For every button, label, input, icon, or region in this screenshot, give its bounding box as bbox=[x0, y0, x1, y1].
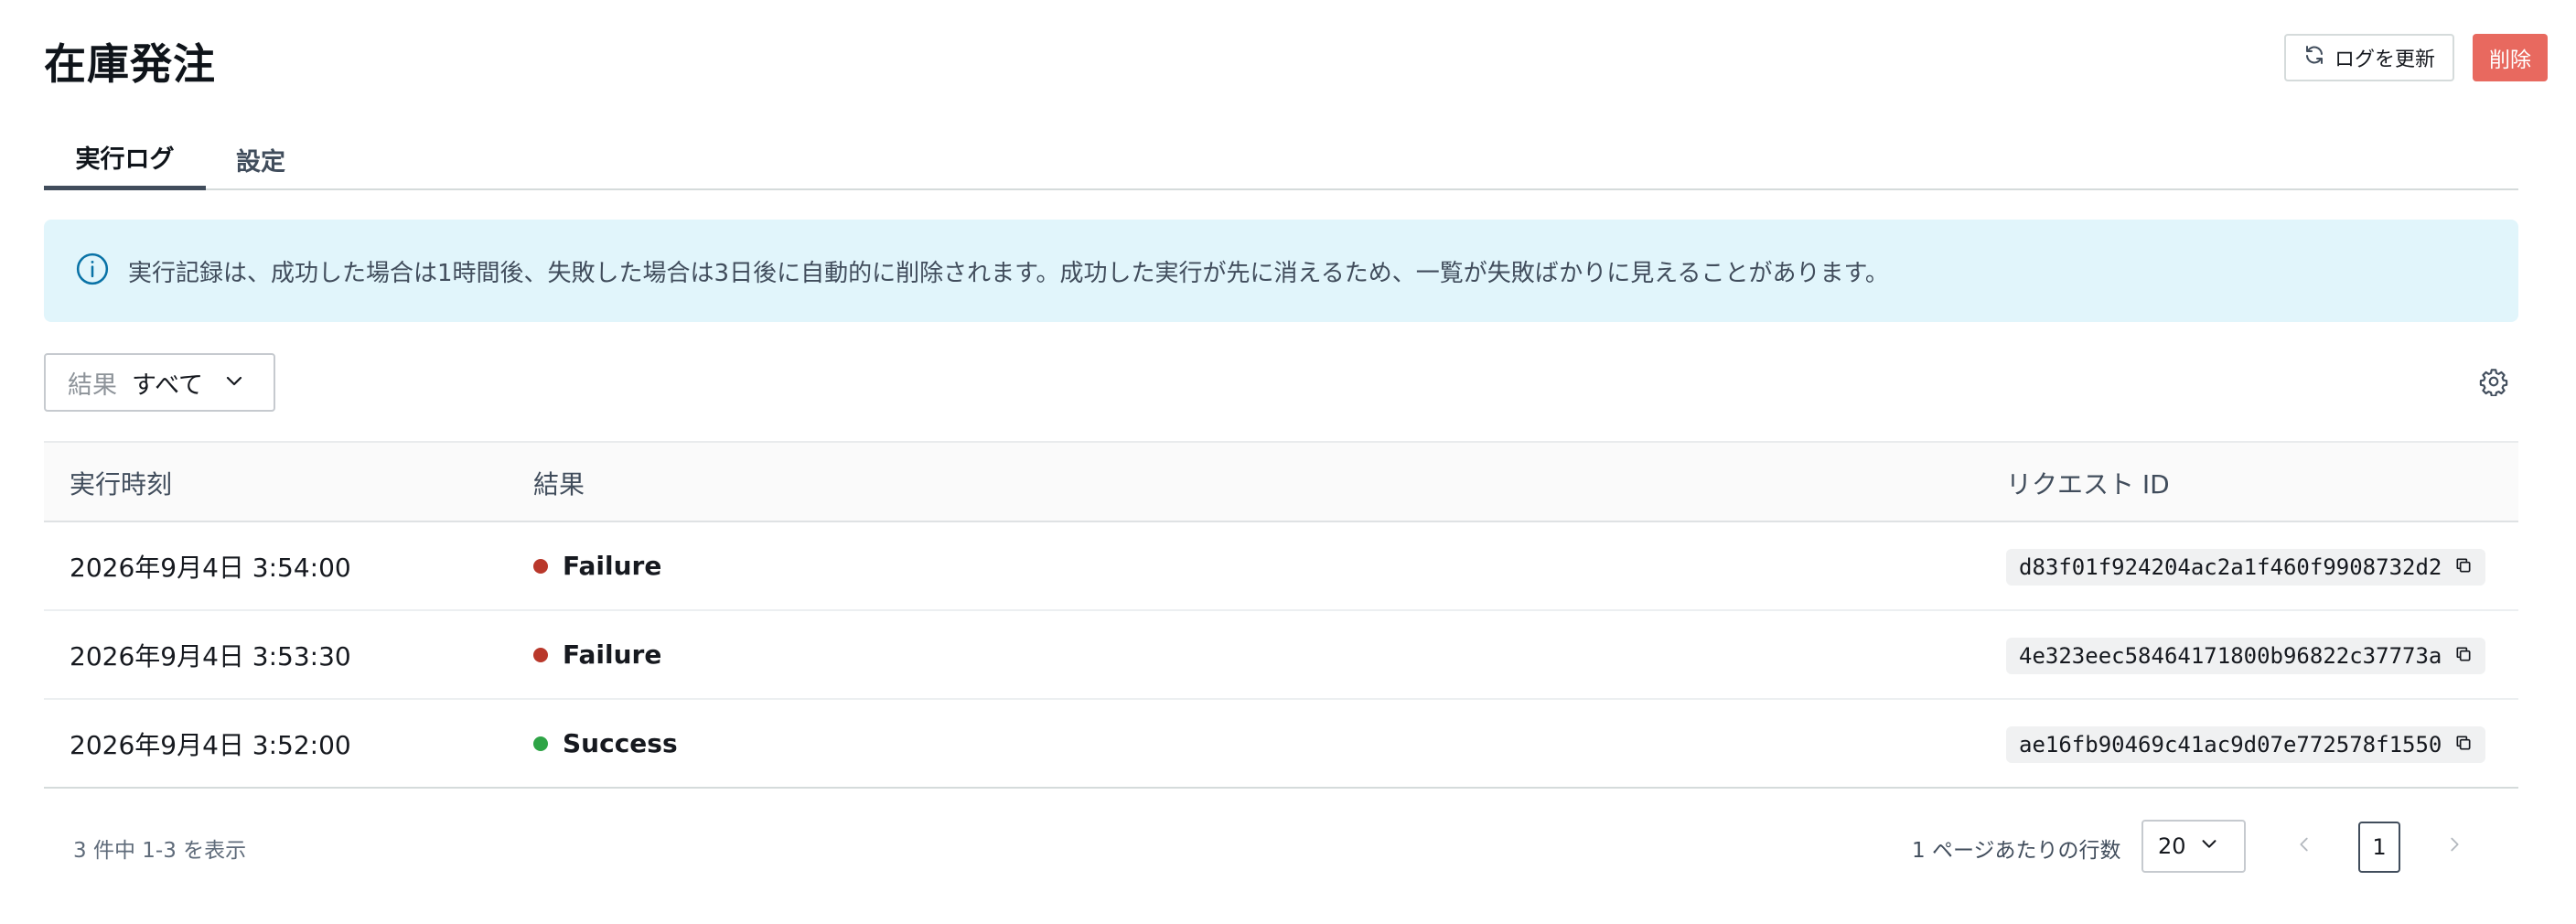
request-id: ae16fb90469c41ac9d07e772578f1550 bbox=[2006, 726, 2486, 763]
table-row: 2026年9月4日 3:54:00 Failure d83f01f924204a… bbox=[44, 522, 2518, 611]
result-filter-label: 結果 bbox=[68, 371, 117, 400]
chevron-right-icon bbox=[2444, 834, 2464, 858]
page-button-current[interactable]: 1 bbox=[2358, 822, 2400, 873]
table-row: 2026年9月4日 3:52:00 Success ae16fb90469c41… bbox=[44, 700, 2518, 789]
status-dot bbox=[533, 736, 548, 751]
refresh-logs-label: ログを更新 bbox=[2334, 48, 2435, 71]
page-title: 在庫発注 bbox=[44, 39, 216, 89]
tab-execution-log[interactable]: 実行ログ bbox=[44, 128, 206, 190]
request-id-value: 4e323eec58464171800b96822c37773a bbox=[2019, 643, 2442, 669]
status-dot bbox=[533, 558, 548, 574]
row-status: Success bbox=[533, 700, 678, 787]
status-dot bbox=[533, 647, 548, 662]
row-time: 2026年9月4日 3:53:30 bbox=[70, 640, 351, 672]
refresh-logs-button[interactable]: ログを更新 bbox=[2284, 34, 2454, 81]
row-status: Failure bbox=[533, 522, 661, 609]
rows-per-page-value: 20 bbox=[2158, 833, 2186, 859]
info-icon bbox=[75, 252, 110, 290]
status-label: Success bbox=[563, 728, 678, 758]
row-time: 2026年9月4日 3:54:00 bbox=[70, 552, 351, 583]
table-header: 実行時刻 結果 リクエスト ID bbox=[44, 441, 2518, 522]
tab-settings[interactable]: 設定 bbox=[236, 128, 285, 190]
result-filter-value: すべて bbox=[132, 371, 204, 400]
chevron-left-icon bbox=[2294, 834, 2314, 858]
column-header-request-id: リクエスト ID bbox=[2006, 468, 2170, 500]
chevron-down-icon bbox=[2199, 833, 2219, 859]
request-id: 4e323eec58464171800b96822c37773a bbox=[2006, 638, 2486, 674]
pagination-count: 3 件中 1-3 を表示 bbox=[73, 839, 247, 863]
execution-log-table: 実行時刻 結果 リクエスト ID 2026年9月4日 3:54:00 Failu… bbox=[44, 441, 2518, 789]
refresh-icon bbox=[2303, 44, 2325, 71]
status-label: Failure bbox=[563, 551, 662, 581]
chevron-down-icon bbox=[218, 370, 245, 395]
status-label: Failure bbox=[563, 639, 662, 670]
rows-per-page-select[interactable]: 20 bbox=[2141, 820, 2246, 873]
request-id-value: ae16fb90469c41ac9d07e772578f1550 bbox=[2019, 732, 2442, 757]
rows-per-page-label: 1 ページあたりの行数 bbox=[1912, 839, 2121, 863]
gear-icon[interactable] bbox=[2479, 367, 2508, 397]
copy-icon[interactable] bbox=[2454, 554, 2473, 580]
copy-icon[interactable] bbox=[2454, 732, 2473, 757]
result-filter-select[interactable]: 結果 すべて bbox=[44, 353, 275, 412]
copy-icon[interactable] bbox=[2454, 643, 2473, 669]
row-status: Failure bbox=[533, 611, 661, 698]
row-time: 2026年9月4日 3:52:00 bbox=[70, 729, 351, 760]
request-id: d83f01f924204ac2a1f460f9908732d2 bbox=[2006, 549, 2486, 586]
previous-page-button[interactable] bbox=[2288, 830, 2321, 863]
column-header-result: 結果 bbox=[533, 468, 585, 500]
column-header-time: 実行時刻 bbox=[70, 468, 173, 500]
next-page-button[interactable] bbox=[2438, 830, 2471, 863]
tab-bar: 実行ログ 設定 bbox=[44, 128, 2518, 190]
table-row: 2026年9月4日 3:53:30 Failure 4e323eec584641… bbox=[44, 611, 2518, 700]
page: 在庫発注 ログを更新 削除 実行ログ 設定 実行記録は、成功した場合は1時間後、… bbox=[0, 0, 2576, 924]
delete-button[interactable]: 削除 bbox=[2473, 34, 2548, 81]
info-banner: 実行記録は、成功した場合は1時間後、失敗した場合は3日後に自動的に削除されます。… bbox=[44, 220, 2518, 322]
request-id-value: d83f01f924204ac2a1f460f9908732d2 bbox=[2019, 554, 2442, 580]
info-banner-text: 実行記録は、成功した場合は1時間後、失敗した場合は3日後に自動的に削除されます。… bbox=[128, 259, 1889, 287]
